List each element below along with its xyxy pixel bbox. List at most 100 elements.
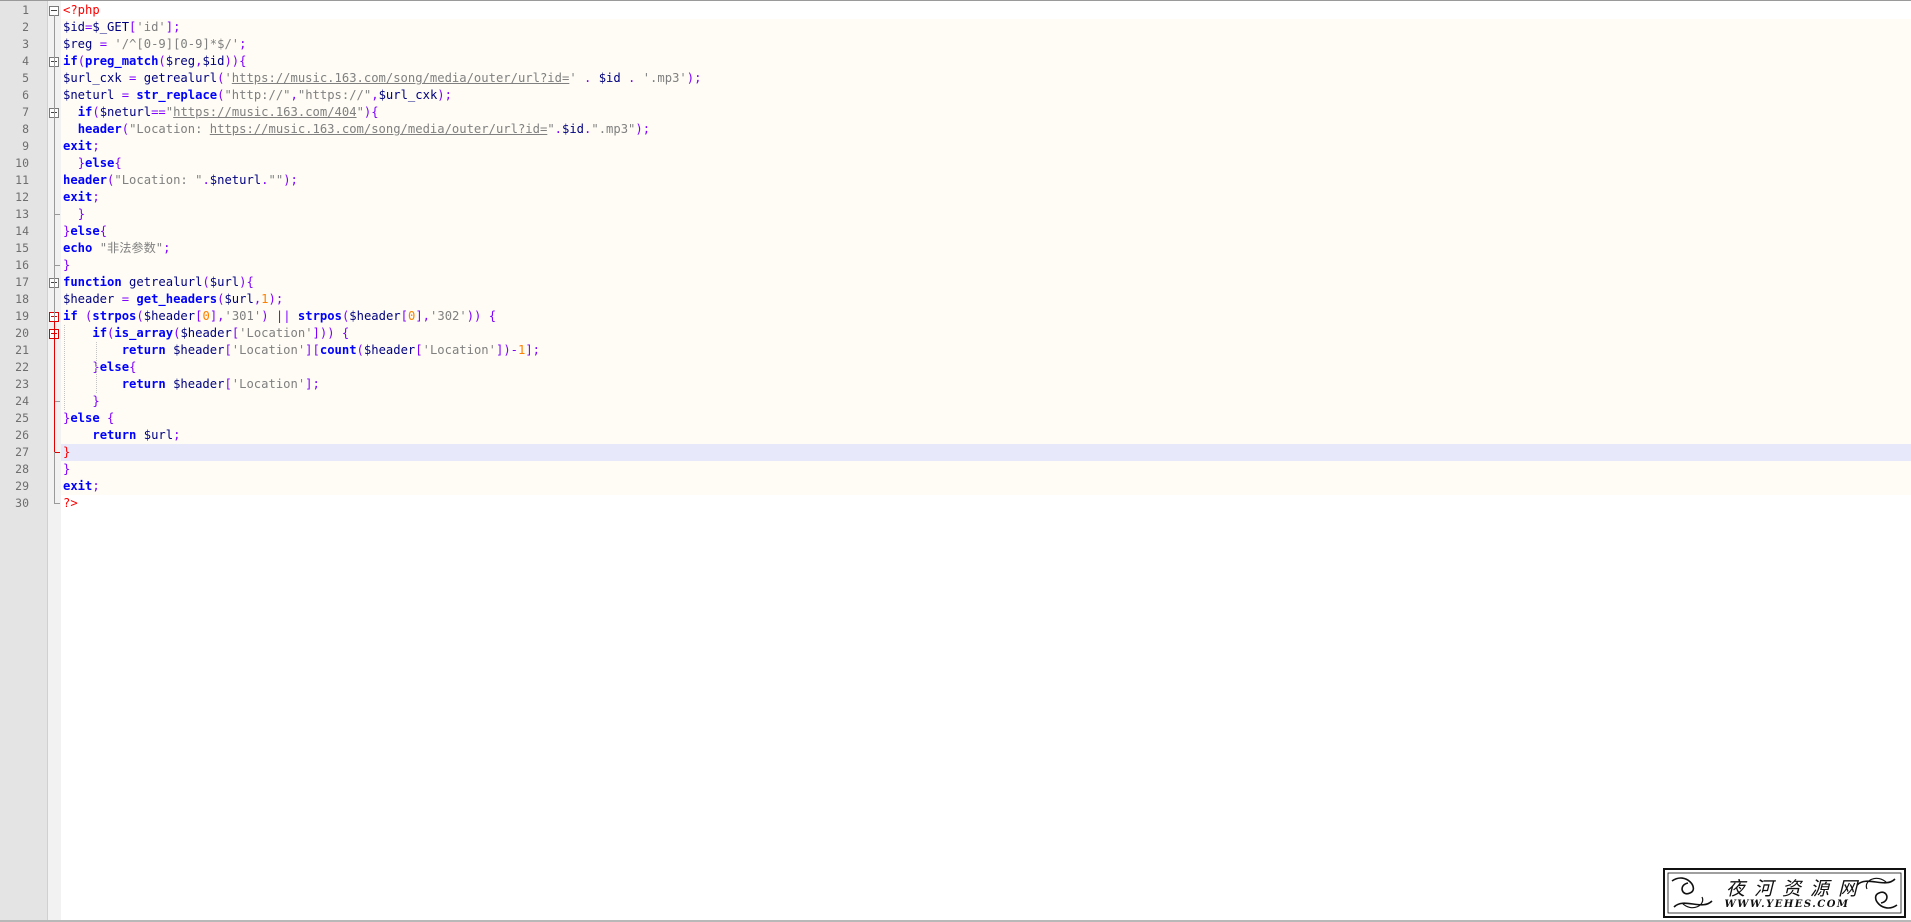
code-text[interactable]: }else{ xyxy=(63,359,136,376)
code-line[interactable]: 20 if(is_array($header['Location'])) { xyxy=(0,325,1911,342)
code-token: $url_cxk xyxy=(378,88,438,102)
code-line[interactable]: 9 exit; xyxy=(0,138,1911,155)
code-text[interactable]: } xyxy=(63,257,70,274)
code-text[interactable]: } xyxy=(63,461,70,478)
code-text[interactable]: } xyxy=(63,393,99,410)
code-token: ; xyxy=(163,241,171,255)
code-text[interactable]: return $header['Location'][count($header… xyxy=(63,342,540,359)
code-text[interactable]: if(is_array($header['Location'])) { xyxy=(63,325,349,342)
code-text[interactable]: <?php xyxy=(63,2,100,19)
line-background xyxy=(61,53,1911,70)
code-token: , xyxy=(290,88,298,102)
code-text[interactable]: } xyxy=(63,444,70,461)
code-text[interactable]: if (strpos($header[0],'301') || strpos($… xyxy=(63,308,496,325)
code-line[interactable]: 18 $header = get_headers($url,1); xyxy=(0,291,1911,308)
code-text[interactable]: }else{ xyxy=(63,223,107,240)
code-text[interactable]: return $header['Location']; xyxy=(63,376,320,393)
code-line[interactable]: 6 $neturl = str_replace("http://","https:… xyxy=(0,87,1911,104)
line-number: 27 xyxy=(15,445,29,459)
code-line[interactable]: 15 echo "非法参数"; xyxy=(0,240,1911,257)
code-line[interactable]: 14}else{ xyxy=(0,223,1911,240)
code-line[interactable]: 3 $reg = '/^[0-9][0-9]*$/'; xyxy=(0,36,1911,53)
code-text[interactable]: exit; xyxy=(63,189,100,206)
code-line[interactable]: 24 } xyxy=(0,393,1911,410)
code-text[interactable]: $header = get_headers($url,1); xyxy=(63,291,283,308)
code-token: ], xyxy=(415,309,431,323)
code-line[interactable]: 27} xyxy=(0,444,1911,461)
code-line[interactable]: 5 $url_cxk = getrealurl('https://music.16… xyxy=(0,70,1911,87)
line-background xyxy=(61,206,1911,223)
code-token: $header xyxy=(173,377,225,391)
code-line[interactable]: 25}else { xyxy=(0,410,1911,427)
code-text[interactable]: header("Location: ".$neturl.""); xyxy=(63,172,298,189)
code-token: } xyxy=(63,258,71,272)
code-line[interactable]: 2 $id=$_GET['id']; xyxy=(0,19,1911,36)
code-text[interactable]: if($neturl=="https://music.163.com/404")… xyxy=(63,104,379,121)
code-token: if xyxy=(63,54,78,68)
code-token: . xyxy=(202,173,210,187)
code-text[interactable]: return $url; xyxy=(63,427,180,444)
fold-connector xyxy=(54,338,55,401)
code-line[interactable]: 11 header("Location: ".$neturl.""); xyxy=(0,172,1911,189)
line-background xyxy=(61,36,1911,53)
line-background xyxy=(61,155,1911,172)
code-line[interactable]: 30 ?> xyxy=(0,495,1911,512)
code-text[interactable]: ?> xyxy=(63,495,78,512)
code-token: return xyxy=(121,343,166,357)
code-token: ( xyxy=(356,343,364,357)
code-line[interactable]: 22 }else{ xyxy=(0,359,1911,376)
line-number: 8 xyxy=(22,122,29,136)
code-line[interactable]: 26 return $url; xyxy=(0,427,1911,444)
code-text[interactable]: $neturl = str_replace("http://","https:/… xyxy=(63,87,452,104)
code-text[interactable]: exit; xyxy=(63,138,100,155)
code-token: , xyxy=(371,88,379,102)
code-token: . xyxy=(576,71,599,85)
code-text[interactable]: if(preg_match($reg,$id)){ xyxy=(63,53,247,70)
code-line[interactable]: 29 exit; xyxy=(0,478,1911,495)
code-text[interactable]: $reg = '/^[0-9][0-9]*$/'; xyxy=(63,36,246,53)
code-text[interactable]: } xyxy=(63,206,85,223)
code-line[interactable]: 4 if(preg_match($reg,$id)){ xyxy=(0,53,1911,70)
code-token: )) xyxy=(224,54,240,68)
code-token: } xyxy=(77,207,86,221)
code-token: ); xyxy=(283,173,298,187)
line-number: 11 xyxy=(15,173,29,187)
code-line[interactable]: 21 return $header['Location'][count($hea… xyxy=(0,342,1911,359)
code-text[interactable]: $url_cxk = getrealurl('https://music.163… xyxy=(63,70,701,87)
line-number: 28 xyxy=(15,462,29,476)
code-line[interactable]: 16} xyxy=(0,257,1911,274)
code-line[interactable]: 17 function getrealurl($url){ xyxy=(0,274,1911,291)
code-token: ' xyxy=(224,71,232,85)
code-token: "" xyxy=(268,173,284,187)
code-line[interactable]: 13 } xyxy=(0,206,1911,223)
code-token: $_GET xyxy=(92,20,130,34)
code-token: [ xyxy=(224,343,232,357)
code-token: "Location: xyxy=(129,122,210,136)
line-background xyxy=(61,427,1911,444)
code-text[interactable]: }else{ xyxy=(63,155,122,172)
code-token: " xyxy=(547,122,555,136)
code-text[interactable]: exit; xyxy=(63,478,100,495)
code-line[interactable]: 19 if (strpos($header[0],'301') || strpos… xyxy=(0,308,1911,325)
code-text[interactable]: function getrealurl($url){ xyxy=(63,274,254,291)
code-text[interactable]: header("Location: https://music.163.com/… xyxy=(63,121,650,138)
code-line[interactable]: 23 return $header['Location']; xyxy=(0,376,1911,393)
code-token: = xyxy=(121,88,130,102)
code-text[interactable]: echo "非法参数"; xyxy=(63,240,170,257)
code-line[interactable]: 1 <?php xyxy=(0,2,1911,19)
code-line[interactable]: 8 header("Location: https://music.163.co… xyxy=(0,121,1911,138)
code-token: 'Location' xyxy=(239,326,313,340)
code-line[interactable]: 10 }else{ xyxy=(0,155,1911,172)
code-text[interactable]: $id=$_GET['id']; xyxy=(63,19,180,36)
code-editor[interactable]: 1 <?php 2 $id=$_GET['id']; 3 $reg = '/^[0-9][… xyxy=(0,2,1911,512)
code-text[interactable]: }else { xyxy=(63,410,114,427)
code-line[interactable]: 7 if($neturl== "https://music.163.com/404… xyxy=(0,104,1911,121)
code-token: '301' xyxy=(224,309,262,323)
code-token: https://music.163.com/404 xyxy=(173,105,357,119)
code-line[interactable]: 28} xyxy=(0,461,1911,478)
code-line[interactable]: 12 exit; xyxy=(0,189,1911,206)
